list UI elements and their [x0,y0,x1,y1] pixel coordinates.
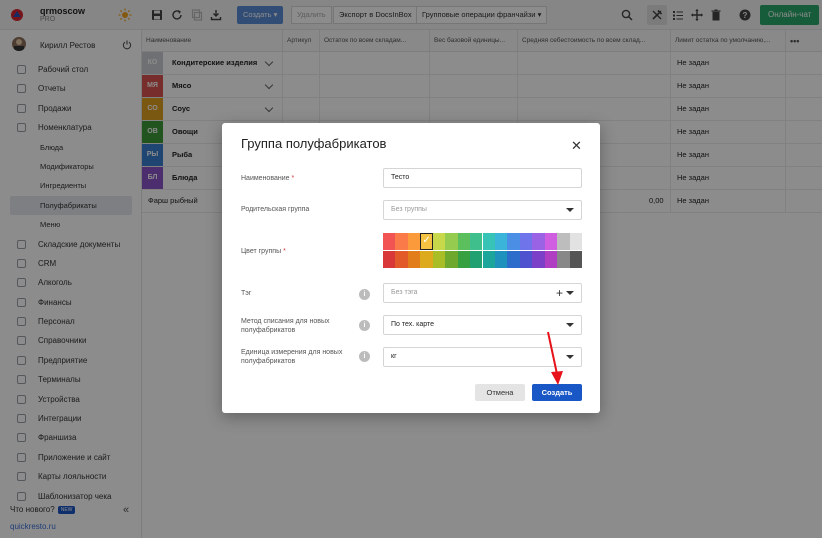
color-swatch[interactable] [532,251,545,268]
dialog-title: Группа полуфабрикатов [241,136,387,151]
parent-group-label: Родительская группа [241,206,310,213]
color-swatch[interactable] [557,233,570,250]
color-swatch[interactable] [395,251,408,268]
color-label: Цвет группы * [241,247,286,256]
required-mark: * [291,175,295,182]
color-swatch[interactable] [507,233,520,250]
color-swatch[interactable] [482,251,495,268]
color-swatch[interactable] [494,233,508,250]
checkmark-icon: ✓ [422,235,431,246]
tag-placeholder: Без тэга [391,289,418,296]
color-swatch[interactable] [432,251,446,268]
color-swatch[interactable] [519,251,533,268]
color-swatch[interactable] [494,251,508,268]
red-arrow-annotation-icon [547,331,563,385]
color-swatch[interactable] [544,251,558,268]
name-label: Наименование * [241,174,294,183]
unit-label: Единица измерения для новых полуфабрикат… [241,349,343,365]
cancel-button[interactable]: Отмена [475,384,525,401]
required-mark: * [283,248,286,255]
color-swatch[interactable] [470,233,483,250]
color-swatch[interactable] [445,251,458,268]
color-swatch[interactable] [544,233,558,250]
color-swatch[interactable] [445,233,458,250]
color-swatch[interactable] [383,233,396,250]
color-swatch[interactable] [432,233,446,250]
writeoff-method-value: По тех. карте [391,321,434,328]
color-swatch[interactable] [407,251,421,268]
color-swatch[interactable] [482,233,495,250]
color-swatch[interactable] [383,251,396,268]
color-swatch[interactable]: ✓ [420,233,433,250]
unit-info-icon[interactable]: i [359,351,370,362]
unit-value: кг [391,353,397,360]
chevron-down-icon [566,208,574,212]
color-swatch[interactable] [519,233,533,250]
color-swatch[interactable] [407,233,421,250]
color-swatch[interactable] [569,251,582,268]
chevron-down-icon [566,291,574,295]
tag-select[interactable]: Без тэга + [383,283,582,303]
color-swatch[interactable] [470,251,483,268]
method-info-icon[interactable]: i [359,320,370,331]
color-swatch[interactable] [420,251,433,268]
color-label-text: Цвет группы [241,248,282,255]
plus-icon[interactable]: + [556,285,563,301]
color-palette: ✓ [383,233,582,268]
parent-group-select[interactable]: Без группы [383,200,582,220]
name-input[interactable]: Тесто [383,168,582,188]
color-swatch[interactable] [395,233,408,250]
name-label-text: Наименование [241,175,290,182]
color-swatch[interactable] [557,251,570,268]
tag-info-icon[interactable]: i [359,289,370,300]
writeoff-method-label: Метод списания для новых полуфабрикатов [241,318,330,334]
color-swatch[interactable] [457,251,471,268]
tag-label: Тэг [241,290,252,297]
close-icon[interactable]: ✕ [571,139,582,152]
create-button[interactable]: Создать [532,384,582,401]
color-swatch[interactable] [569,233,582,250]
color-swatch[interactable] [457,233,471,250]
parent-group-placeholder: Без группы [391,206,427,213]
color-swatch[interactable] [507,251,520,268]
chevron-down-icon [566,323,574,327]
color-swatch[interactable] [532,233,545,250]
